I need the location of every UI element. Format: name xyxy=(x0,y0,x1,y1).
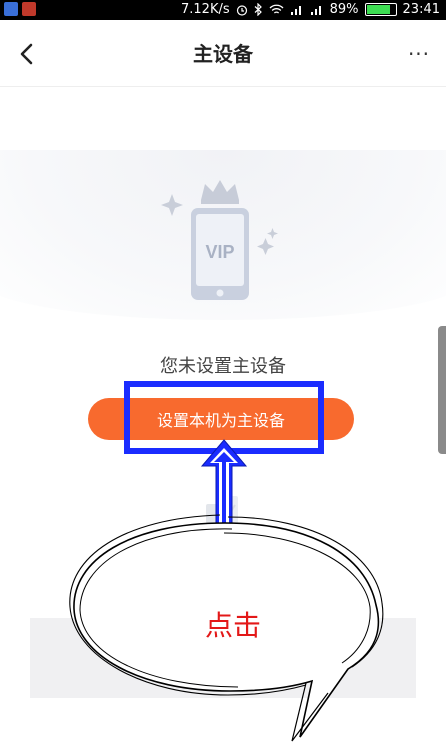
status-indicators: 7.12K/s 89% 23:41 xyxy=(181,2,440,17)
side-panel-handle[interactable] xyxy=(438,326,446,454)
wifi-icon xyxy=(269,4,284,14)
signal-icon xyxy=(310,5,321,15)
battery-fill xyxy=(366,5,390,14)
battery-percent: 89% xyxy=(329,2,359,17)
more-options-button[interactable]: ··· xyxy=(402,38,436,70)
status-bar: 7.12K/s 89% 23:41 xyxy=(0,0,446,20)
alarm-icon xyxy=(236,4,247,16)
network-speed: 7.12K/s xyxy=(181,2,230,17)
app-avatar-icon xyxy=(22,2,36,16)
app-shield-icon xyxy=(4,2,18,16)
bubble-click-text: 点击 xyxy=(204,609,261,642)
nav-bar: 主设备 ··· xyxy=(0,20,446,87)
status-time: 23:41 xyxy=(402,2,440,17)
vip-phone-illustration: VIP xyxy=(161,180,278,300)
notification-icons xyxy=(4,2,36,16)
vip-badge-text: VIP xyxy=(205,242,234,262)
battery-icon xyxy=(364,3,397,16)
page-title: 主设备 xyxy=(193,42,253,66)
no-main-device-text: 您未设置主设备 xyxy=(160,356,286,377)
bluetooth-icon xyxy=(254,3,262,16)
signal-icon xyxy=(290,5,301,15)
